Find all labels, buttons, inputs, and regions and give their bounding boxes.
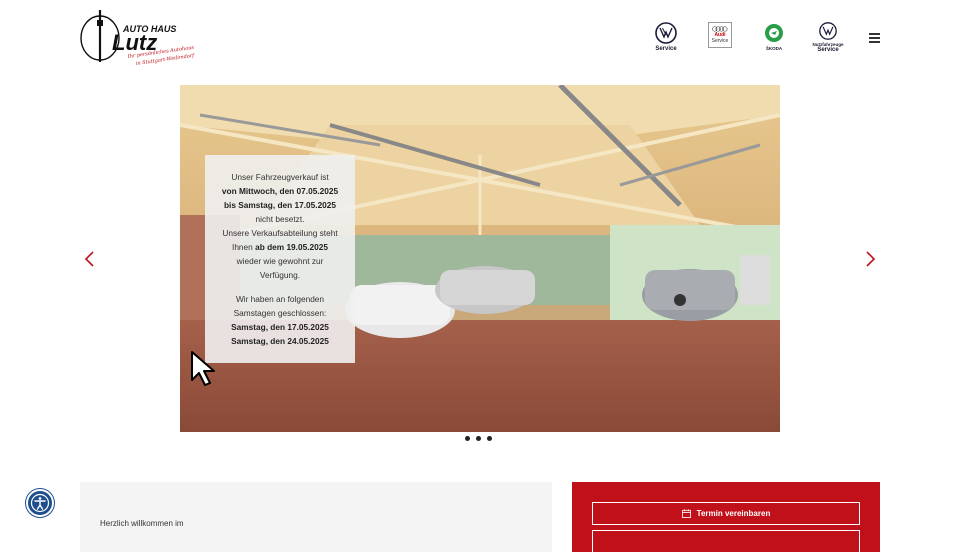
- closing-notice: Unser Fahrzeugverkauf ist von Mittwoch, …: [205, 155, 355, 363]
- slider-prev-button[interactable]: [82, 250, 98, 268]
- notice-line: Samstagen geschlossen:: [233, 308, 327, 318]
- mouse-cursor-icon: [191, 351, 215, 386]
- second-cta-button[interactable]: [592, 530, 860, 553]
- accessibility-button[interactable]: [26, 489, 54, 517]
- notice-line: Ihnen: [232, 242, 256, 252]
- slider-dot-2[interactable]: [476, 436, 481, 441]
- notice-line: Unsere Verkaufsabteilung steht: [222, 228, 338, 238]
- notice-line: Wir haben an folgenden: [235, 294, 325, 304]
- notice-line: Verfügung.: [259, 270, 301, 280]
- brand-sublabel: Service: [817, 47, 839, 53]
- slider-next-button[interactable]: [862, 250, 878, 268]
- slider-dots: [465, 436, 492, 441]
- notice-date: ab dem 19.05.2025: [255, 242, 328, 252]
- appointment-label: Termin vereinbaren: [696, 509, 771, 518]
- welcome-intro: Herzlich willkommen im: [100, 519, 184, 528]
- brand-skoda[interactable]: ŠKODA: [756, 22, 792, 51]
- skoda-logo-icon: [765, 24, 783, 42]
- slider-dot-3[interactable]: [487, 436, 492, 441]
- notice-line: Samstag, den 24.05.2025: [231, 336, 329, 346]
- vw-logo-icon: [819, 22, 837, 40]
- cta-panel: Termin vereinbaren: [572, 482, 880, 553]
- notice-line: bis Samstag, den 17.05.2025: [223, 200, 337, 210]
- accessibility-icon: [30, 493, 50, 513]
- brand-audi-service[interactable]: Audi Service: [702, 22, 738, 48]
- slider-dot-1[interactable]: [465, 436, 470, 441]
- appointment-button[interactable]: Termin vereinbaren: [592, 502, 860, 525]
- notice-line: nicht besetzt.: [255, 214, 305, 224]
- brand-label: Service: [655, 46, 677, 52]
- vw-logo-icon: [655, 22, 677, 44]
- brand-logos: Service Audi Service ŠKODA Nutzfahrzeuge…: [648, 22, 846, 56]
- site-header: AUTO HAUS Lutz Ihr persönliches Autohaus…: [0, 0, 960, 80]
- notice-line: von Mittwoch, den 07.05.2025: [221, 186, 339, 196]
- brand-label: ŠKODA: [765, 46, 783, 51]
- notice-line: Unser Fahrzeugverkauf ist: [231, 172, 329, 182]
- welcome-section: Herzlich willkommen im: [80, 482, 552, 552]
- autohaus-lutz-logo[interactable]: AUTO HAUS Lutz Ihr persönliches Autohaus…: [78, 8, 203, 70]
- brand-vw-service[interactable]: Service: [648, 22, 684, 52]
- audi-service-label: Service: [711, 38, 729, 44]
- brand-vw-nutzfahrzeuge[interactable]: Nutzfahrzeuge Service: [810, 22, 846, 53]
- chevron-right-icon: [866, 251, 876, 267]
- audi-badge: Audi Service: [708, 22, 732, 48]
- notice-line: wieder wie gewohnt zur: [236, 256, 324, 266]
- chevron-left-icon: [84, 251, 94, 267]
- hamburger-menu-icon[interactable]: [866, 31, 884, 45]
- notice-line: Samstag, den 17.05.2025: [231, 322, 329, 332]
- calendar-icon: [681, 509, 691, 518]
